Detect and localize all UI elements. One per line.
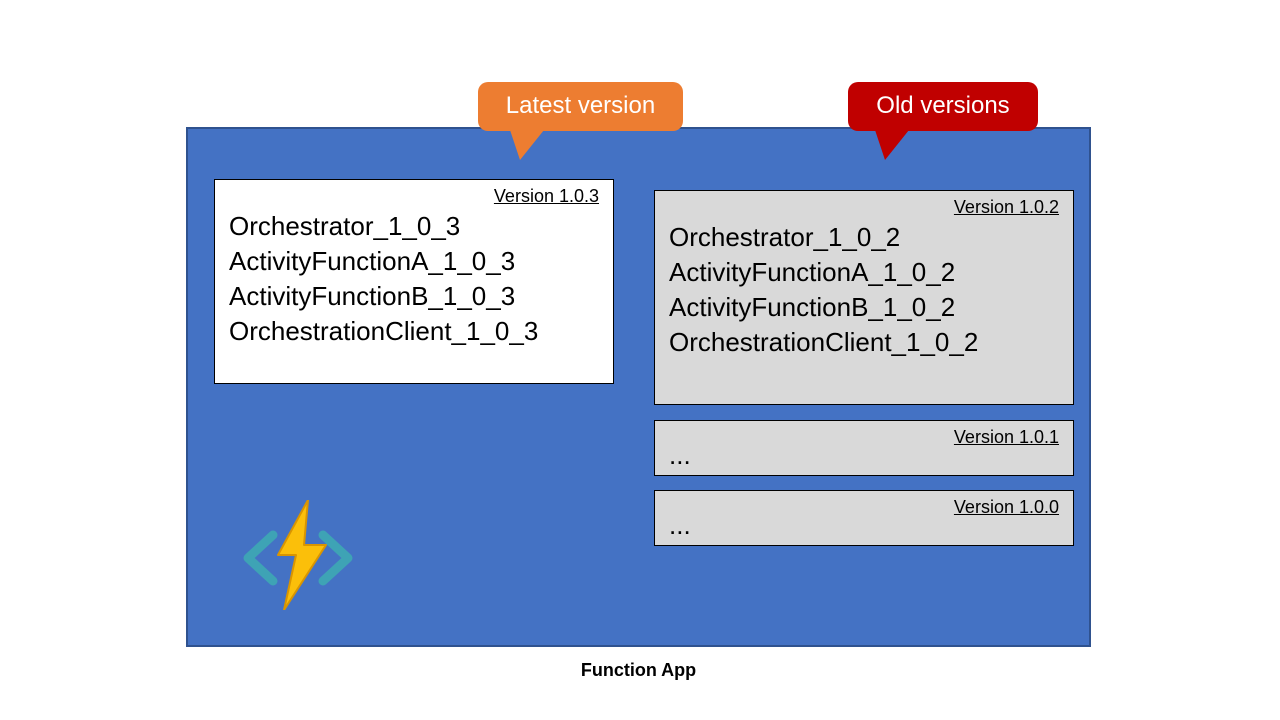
callout-latest-version: Latest version bbox=[478, 82, 683, 131]
function-name: ActivityFunctionB_1_0_2 bbox=[669, 290, 1059, 325]
callout-old-label: Old versions bbox=[876, 92, 1009, 119]
version-label: Version 1.0.1 bbox=[669, 427, 1059, 448]
callout-latest-label: Latest version bbox=[506, 92, 655, 119]
azure-functions-icon bbox=[238, 500, 358, 610]
function-name: OrchestrationClient_1_0_2 bbox=[669, 325, 1059, 360]
version-card-latest: Version 1.0.3 Orchestrator_1_0_3 Activit… bbox=[214, 179, 614, 384]
function-name: OrchestrationClient_1_0_3 bbox=[229, 314, 599, 349]
ellipsis: ... bbox=[669, 510, 691, 541]
version-label: Version 1.0.3 bbox=[229, 186, 599, 207]
version-card-old-101: Version 1.0.1 ... bbox=[654, 420, 1074, 476]
function-name: ActivityFunctionB_1_0_3 bbox=[229, 279, 599, 314]
diagram-stage: Latest version Old versions Version 1.0.… bbox=[0, 0, 1280, 720]
function-name: Orchestrator_1_0_2 bbox=[669, 220, 1059, 255]
version-label: Version 1.0.2 bbox=[669, 197, 1059, 218]
version-card-old-100: Version 1.0.0 ... bbox=[654, 490, 1074, 546]
ellipsis: ... bbox=[669, 440, 691, 471]
callout-latest-tail bbox=[510, 130, 544, 160]
version-card-old-102: Version 1.0.2 Orchestrator_1_0_2 Activit… bbox=[654, 190, 1074, 405]
function-name: Orchestrator_1_0_3 bbox=[229, 209, 599, 244]
callout-old-versions: Old versions bbox=[848, 82, 1038, 131]
version-label: Version 1.0.0 bbox=[669, 497, 1059, 518]
caption-function-app: Function App bbox=[186, 660, 1091, 681]
callout-old-tail bbox=[875, 130, 909, 160]
function-name: ActivityFunctionA_1_0_3 bbox=[229, 244, 599, 279]
function-name: ActivityFunctionA_1_0_2 bbox=[669, 255, 1059, 290]
